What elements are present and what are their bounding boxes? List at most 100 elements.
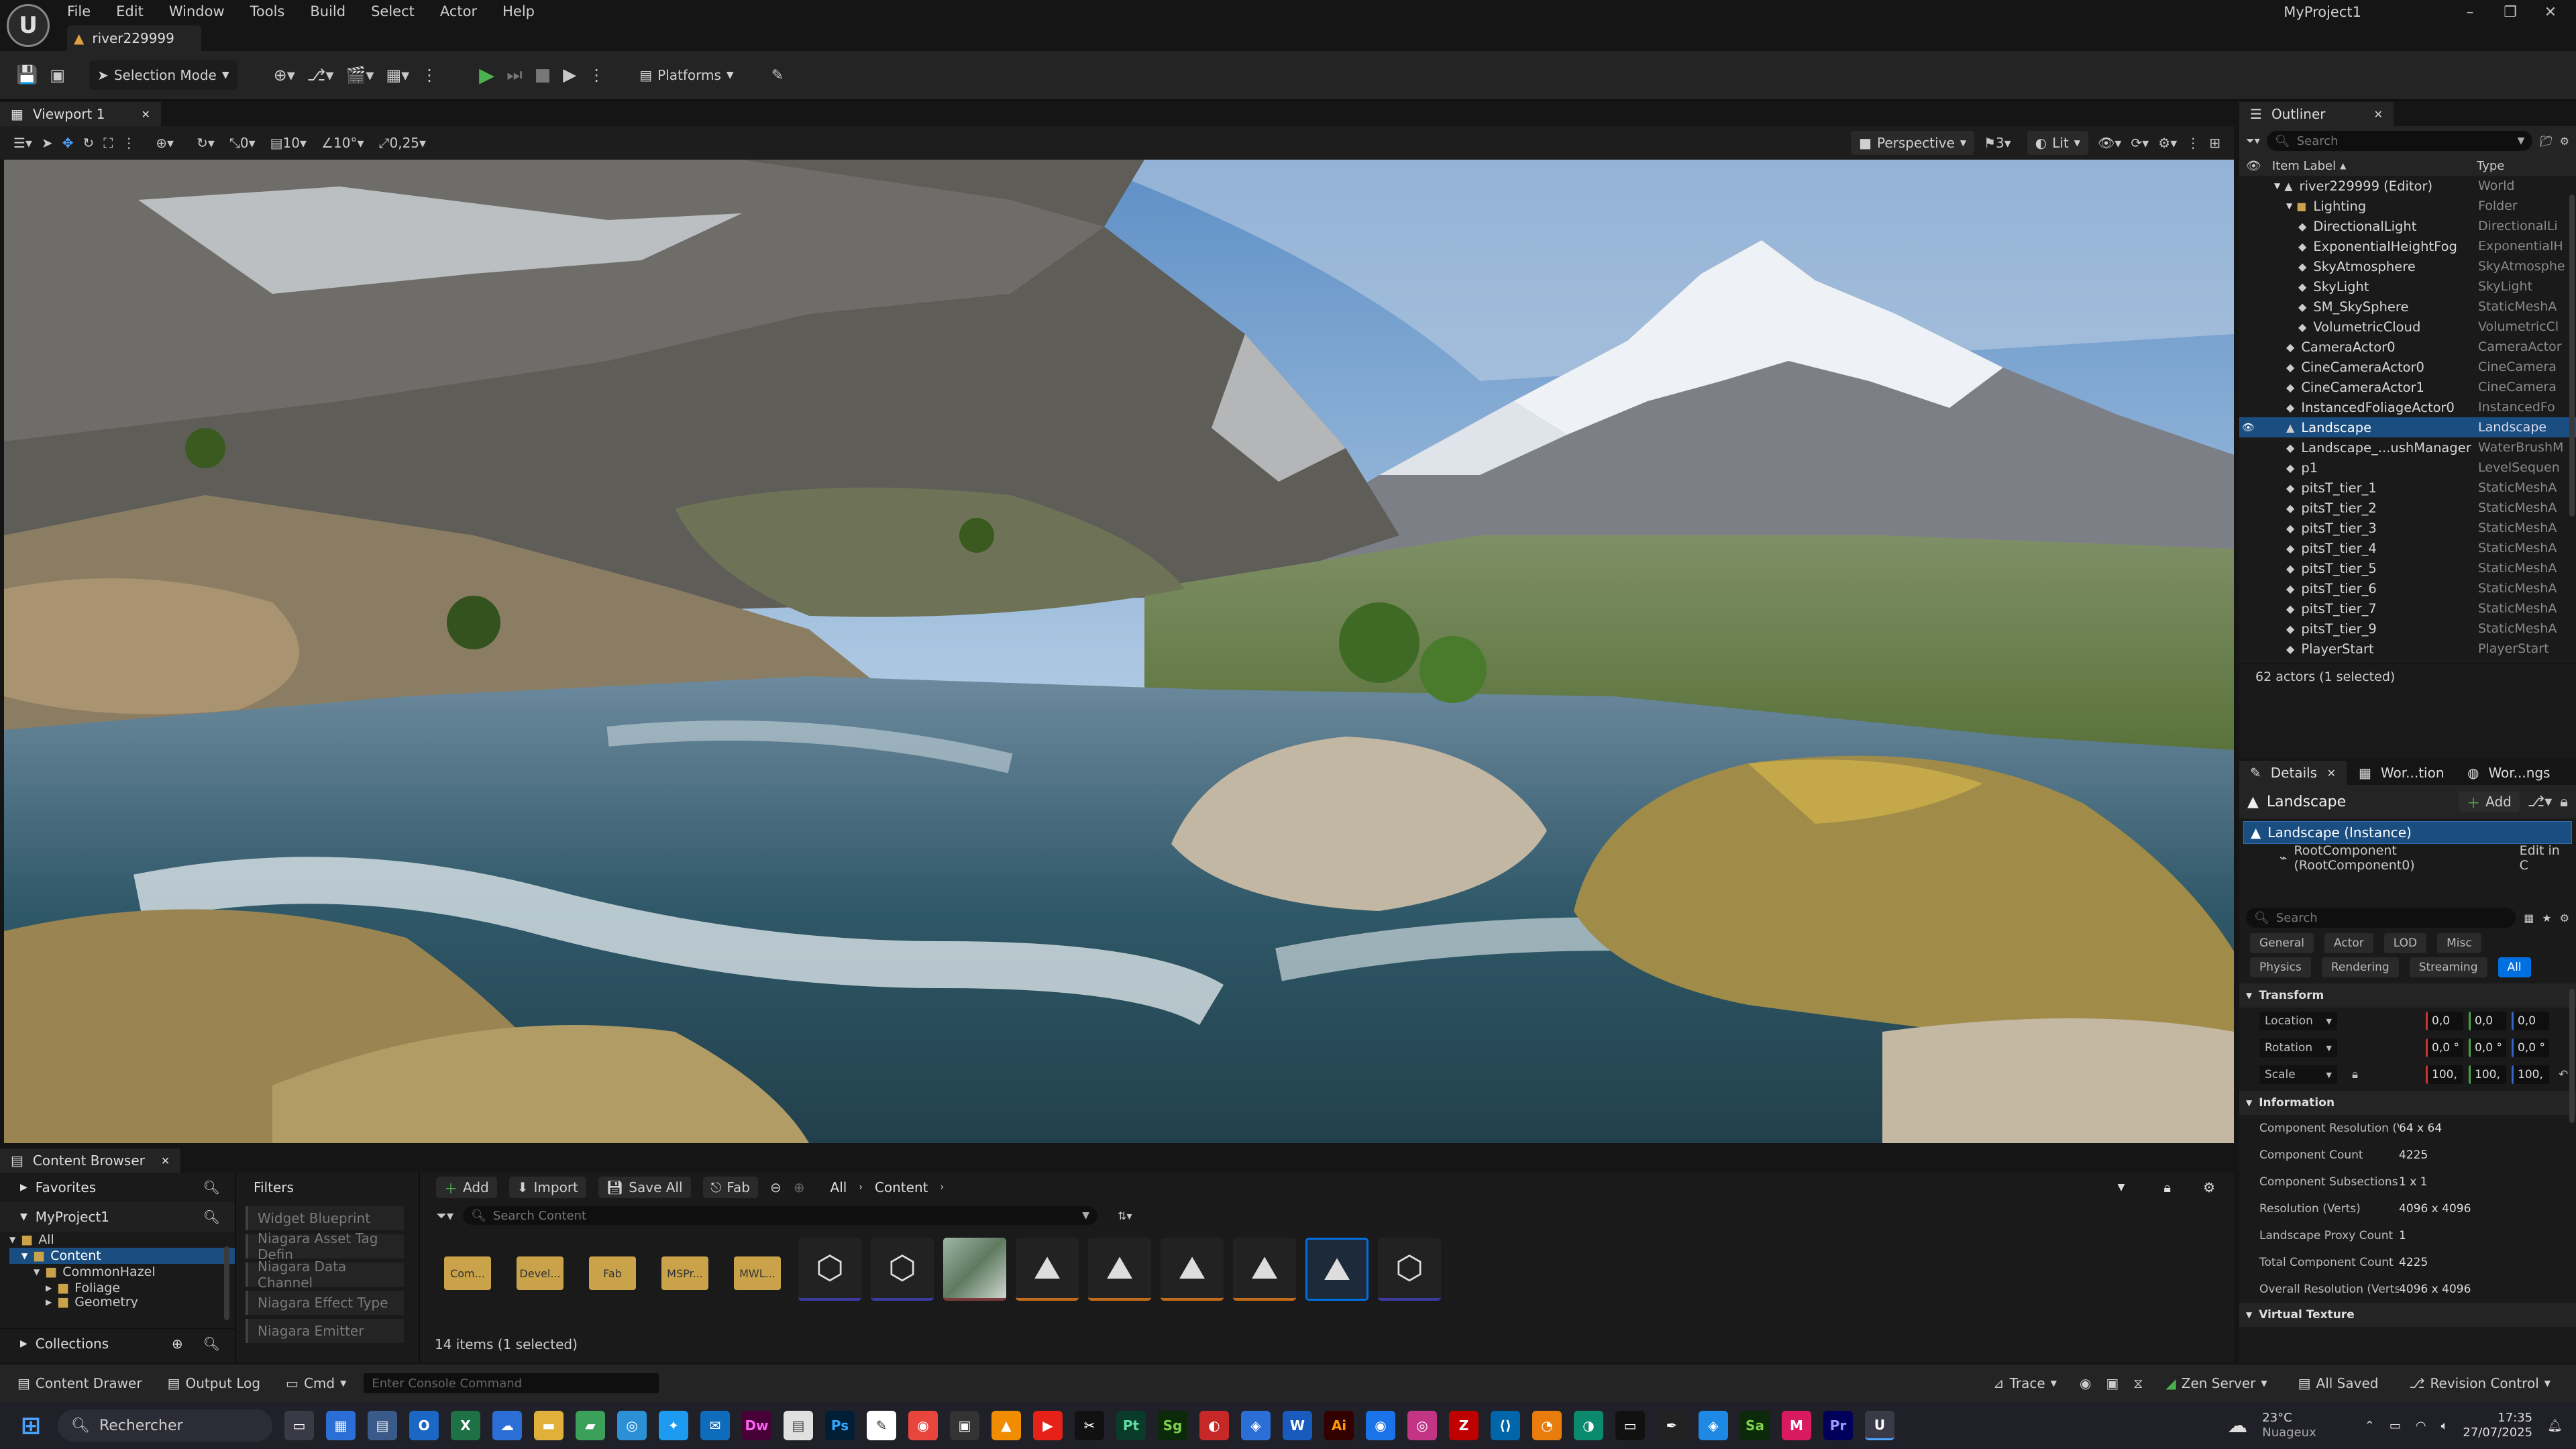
outliner-row[interactable]: ◆ pitsT_tier_2 StaticMeshA bbox=[2239, 498, 2576, 518]
location-x-field[interactable]: 0,0 bbox=[2426, 1012, 2463, 1030]
edit-in-cpp-link[interactable]: Edit in C bbox=[2520, 843, 2576, 873]
grid-view-icon[interactable]: ▦ bbox=[2524, 912, 2534, 924]
save-all-button[interactable]: 💾︎ Save All bbox=[598, 1177, 691, 1198]
folder-msprojects[interactable]: MSPr... bbox=[653, 1238, 716, 1301]
outliner-row[interactable]: ◆ CameraActor0 CameraActor bbox=[2239, 337, 2576, 357]
close-window-button[interactable]: ✕ bbox=[2529, 0, 2572, 24]
cinematics-icon[interactable]: 🎬▾ bbox=[346, 66, 374, 85]
tree-item-geometry[interactable]: ▶ ■ Geometry bbox=[9, 1296, 235, 1308]
category-general[interactable]: General bbox=[2250, 933, 2314, 953]
filter-niagara-emitter[interactable]: Niagara Emitter bbox=[246, 1319, 404, 1343]
menu-file[interactable]: File bbox=[67, 3, 91, 19]
network-icon[interactable]: ▭ bbox=[2390, 1419, 2401, 1433]
outliner-row[interactable]: ◆ VolumetricCloud VolumetricCl bbox=[2239, 317, 2576, 337]
app-red-icon[interactable]: ◐ bbox=[1199, 1411, 1229, 1440]
premiere-icon[interactable]: Pr bbox=[1823, 1411, 1853, 1440]
browse-level-icon[interactable]: ▣ bbox=[50, 66, 65, 85]
app-bird-icon[interactable]: ✦ bbox=[659, 1411, 688, 1440]
asset-static-mesh-3[interactable]: ⬡ bbox=[1378, 1238, 1441, 1301]
app-dark-icon[interactable]: ▣ bbox=[950, 1411, 979, 1440]
asset-texture-thumbnail[interactable] bbox=[943, 1238, 1006, 1301]
modes-icon[interactable]: ▦▾ bbox=[386, 66, 409, 85]
category-streaming[interactable]: Streaming bbox=[2409, 957, 2487, 977]
capcut-icon[interactable]: ✂ bbox=[1075, 1411, 1104, 1440]
windows-start-icon[interactable]: ⊞ bbox=[16, 1411, 46, 1440]
tree-item-all[interactable]: ▼ ■ All bbox=[9, 1232, 235, 1248]
screenshot-icon[interactable]: ▣ bbox=[2106, 1375, 2118, 1391]
menu-edit[interactable]: Edit bbox=[116, 3, 144, 19]
volume-icon[interactable]: 🔈︎ bbox=[2441, 1419, 2449, 1433]
outliner-settings-icon[interactable]: ⚙ bbox=[2560, 135, 2569, 148]
virtual-texture-section-header[interactable]: ▼ Virtual Texture bbox=[2239, 1303, 2576, 1327]
stop-icon[interactable]: ■ bbox=[535, 65, 551, 85]
step-icon[interactable]: ⏭ bbox=[506, 65, 522, 86]
category-physics[interactable]: Physics bbox=[2250, 957, 2311, 977]
output-log-button[interactable]: ▤ Output Log bbox=[160, 1371, 268, 1395]
asset-level-4[interactable]: ⛰︎ bbox=[1233, 1238, 1296, 1301]
outliner-row[interactable]: ◆ CineCameraActor0 CineCamera bbox=[2239, 357, 2576, 377]
search-icon[interactable]: 🔍︎ bbox=[203, 1209, 220, 1225]
add-button[interactable]: ＋ Add bbox=[436, 1177, 497, 1198]
close-icon[interactable]: ✕ bbox=[141, 108, 150, 121]
sampler-icon[interactable]: Sa bbox=[1740, 1411, 1770, 1440]
outliner-row[interactable]: ◆ DirectionalLight DirectionalLi bbox=[2239, 216, 2576, 236]
world-space-icon[interactable]: ⊕▾ bbox=[156, 135, 174, 151]
viewport-more-icon[interactable]: ⋮ bbox=[2186, 135, 2200, 151]
close-icon[interactable]: ✕ bbox=[2374, 108, 2383, 121]
world-settings-tab[interactable]: ◍ Wor...ngs bbox=[2457, 761, 2571, 785]
asset-static-mesh-2[interactable]: ⬡ bbox=[871, 1238, 934, 1301]
location-y-field[interactable]: 0,0 bbox=[2469, 1012, 2506, 1030]
vscode-icon[interactable]: ⟨⟩ bbox=[1491, 1411, 1520, 1440]
category-rendering[interactable]: Rendering bbox=[2321, 957, 2399, 977]
tree-item-content[interactable]: ▼ ■ Content bbox=[9, 1248, 235, 1264]
trace-button[interactable]: ⊿ Trace ▼ bbox=[1985, 1371, 2065, 1395]
clock[interactable]: 17:35 27/07/2025 bbox=[2463, 1411, 2532, 1440]
rotate-tool-icon[interactable]: ↻ bbox=[83, 135, 95, 151]
app-feather-icon[interactable]: ✒ bbox=[1657, 1411, 1686, 1440]
filter-icon[interactable]: ⏷▾ bbox=[436, 1208, 453, 1224]
outliner-row[interactable]: ◆ InstancedFoliageActor0 InstancedFo bbox=[2239, 397, 2576, 417]
rotation-x-field[interactable]: 0,0 ° bbox=[2426, 1038, 2463, 1057]
play-more-icon[interactable]: ⋮ bbox=[588, 66, 604, 85]
app-cloud-icon[interactable]: ◈ bbox=[1699, 1411, 1728, 1440]
lit-button[interactable]: ◐ Lit ▼ bbox=[2027, 131, 2089, 155]
zen-server-button[interactable]: ◢ Zen Server ▼ bbox=[2157, 1371, 2275, 1395]
outliner-row[interactable]: ◆ pitsT_tier_4 StaticMeshA bbox=[2239, 538, 2576, 558]
content-browser-tab[interactable]: ▤ Content Browser ✕ bbox=[0, 1148, 181, 1173]
notification-bell-icon[interactable]: 🔔︎ bbox=[2547, 1419, 2563, 1433]
outliner-search-input[interactable]: 🔍︎ Search ▼ bbox=[2266, 131, 2533, 151]
outlook-icon[interactable]: O bbox=[409, 1411, 439, 1440]
show-eye-icon[interactable]: 👁▾ bbox=[2098, 135, 2121, 151]
lock-icon[interactable]: 🔒︎ bbox=[2163, 1179, 2171, 1195]
all-saved-button[interactable]: ▤ All Saved bbox=[2290, 1371, 2387, 1395]
taskbar-search[interactable]: 🔍︎ Rechercher bbox=[58, 1409, 272, 1442]
filter-niagara-data-channel[interactable]: Niagara Data Channel bbox=[246, 1258, 404, 1291]
outliner-row[interactable]: ◆ Landscape_...ushManager WaterBrushM bbox=[2239, 437, 2576, 458]
category-lod[interactable]: LOD bbox=[2383, 933, 2427, 953]
app-chrome-2-icon[interactable]: ◉ bbox=[1366, 1411, 1395, 1440]
layout-icon[interactable]: ⊞ bbox=[2209, 135, 2220, 151]
asset-static-mesh-1[interactable]: ⬡ bbox=[798, 1238, 861, 1301]
record-icon[interactable]: ◉ bbox=[2080, 1375, 2091, 1391]
play-options-icon[interactable]: ▶ bbox=[563, 65, 576, 85]
app-ring-icon[interactable]: ◎ bbox=[617, 1411, 647, 1440]
outliner-row[interactable]: ◆ pitsT_tier_5 StaticMeshA bbox=[2239, 558, 2576, 578]
transform-section-header[interactable]: ▼ Transform bbox=[2239, 983, 2576, 1008]
app-m-icon[interactable]: M bbox=[1782, 1411, 1811, 1440]
add-collection-icon[interactable]: ⊕ bbox=[172, 1336, 183, 1352]
add-component-button[interactable]: ＋ Add bbox=[2459, 792, 2520, 812]
menu-build[interactable]: Build bbox=[310, 3, 345, 19]
chevron-down-icon[interactable]: ▼ bbox=[2118, 1182, 2125, 1193]
level-tab[interactable]: ▲ river229999 bbox=[67, 25, 201, 51]
wifi-icon[interactable]: ◠ bbox=[2416, 1419, 2426, 1433]
reset-icon[interactable]: ↶ bbox=[2559, 1068, 2568, 1081]
outliner-row[interactable]: ▼ ▲ river229999 (Editor) World bbox=[2239, 176, 2576, 196]
search-icon[interactable]: 🔍︎ bbox=[203, 1179, 220, 1195]
maximize-button[interactable]: ❐ bbox=[2489, 0, 2532, 24]
painter-icon[interactable]: Pt bbox=[1116, 1411, 1146, 1440]
outliner-row[interactable]: ◆ ExponentialHeightFog ExponentialH bbox=[2239, 236, 2576, 256]
vlc-icon[interactable]: ▲ bbox=[991, 1411, 1021, 1440]
revision-control-button[interactable]: ⎇ Revision Control ▼ bbox=[2401, 1371, 2559, 1395]
col-item-label[interactable]: Item Label bbox=[2272, 159, 2336, 173]
tool-more-icon[interactable]: ⋮ bbox=[122, 135, 136, 151]
